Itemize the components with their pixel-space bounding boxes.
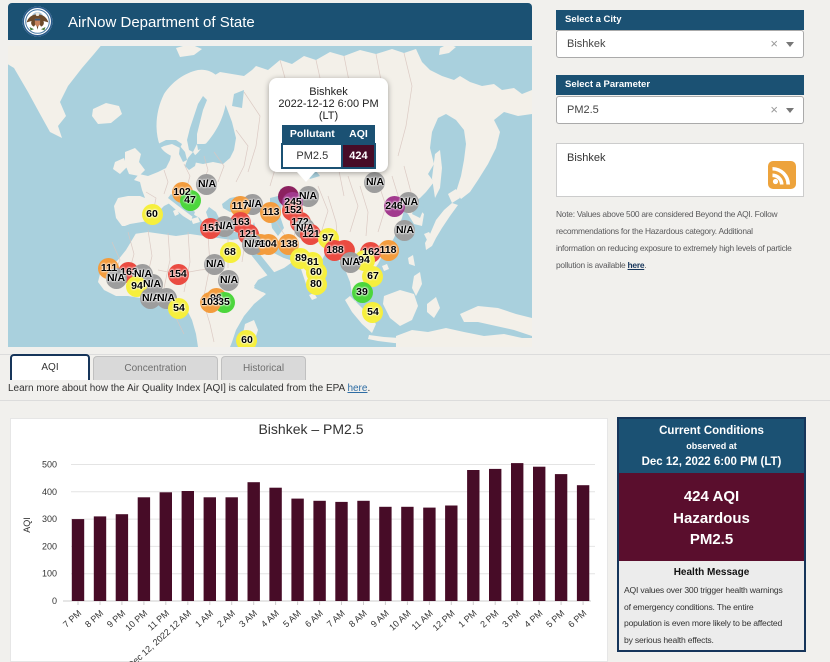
- svg-text:8 PM: 8 PM: [83, 608, 105, 629]
- svg-text:7 PM: 7 PM: [61, 608, 83, 629]
- svg-text:2 AM: 2 AM: [215, 608, 237, 629]
- svg-text:7 AM: 7 AM: [325, 608, 347, 629]
- svg-text:11 AM: 11 AM: [410, 608, 435, 632]
- svg-text:6 AM: 6 AM: [303, 608, 325, 629]
- svg-text:300: 300: [42, 514, 57, 524]
- svg-text:1 AM: 1 AM: [193, 608, 215, 629]
- svg-text:5 PM: 5 PM: [544, 608, 566, 629]
- svg-text:5 AM: 5 AM: [281, 608, 303, 629]
- svg-text:500: 500: [42, 460, 57, 470]
- svg-text:Bishkek – PM2.5: Bishkek – PM2.5: [258, 421, 363, 437]
- svg-text:10 AM: 10 AM: [387, 608, 413, 633]
- svg-text:6 PM: 6 PM: [566, 608, 588, 629]
- svg-text:100: 100: [42, 569, 57, 579]
- svg-text:12 PM: 12 PM: [431, 608, 457, 633]
- svg-text:10 PM: 10 PM: [123, 608, 149, 633]
- svg-text:4 PM: 4 PM: [522, 608, 544, 629]
- svg-text:200: 200: [42, 541, 57, 551]
- svg-text:2 PM: 2 PM: [478, 608, 500, 629]
- svg-text:3 AM: 3 AM: [237, 608, 259, 629]
- svg-text:3 PM: 3 PM: [500, 608, 522, 629]
- svg-text:0: 0: [52, 596, 57, 606]
- svg-text:400: 400: [42, 487, 57, 497]
- svg-text:8 AM: 8 AM: [347, 608, 369, 629]
- svg-text:1 PM: 1 PM: [456, 608, 478, 629]
- svg-text:AQI: AQI: [22, 517, 32, 533]
- svg-text:4 AM: 4 AM: [259, 608, 281, 629]
